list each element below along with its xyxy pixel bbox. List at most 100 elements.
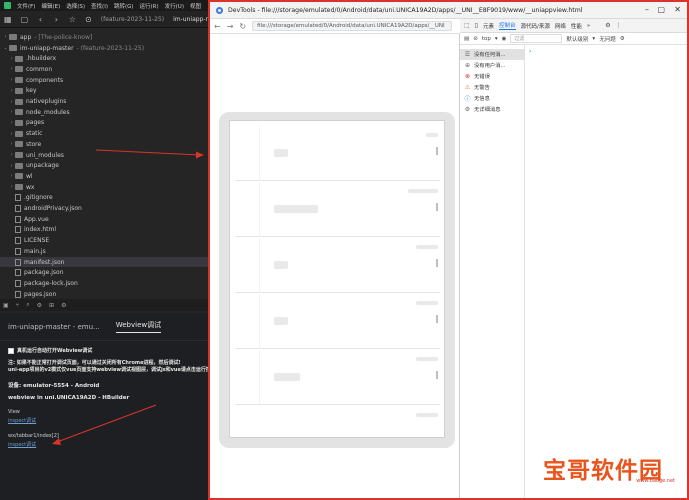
list-item[interactable] <box>236 351 440 405</box>
issues-button[interactable]: 无问题 <box>599 35 616 43</box>
close-icon[interactable]: ✕ <box>674 5 681 14</box>
chevron-right-icon[interactable]: › <box>8 131 15 137</box>
list-item[interactable] <box>236 407 440 435</box>
console-filter-item[interactable]: ☰ 没有任何消... <box>460 49 525 60</box>
run-icon[interactable]: ⊙ <box>85 15 92 24</box>
forward-arrow-icon[interactable]: → <box>227 22 234 31</box>
tree-folder[interactable]: › wx <box>0 182 208 193</box>
console-settings-icon[interactable]: ⚙ <box>620 36 625 42</box>
star-icon[interactable]: ☆ <box>69 15 76 24</box>
tree-file[interactable]: package.json <box>0 267 208 278</box>
tree-folder[interactable]: › common <box>0 64 208 75</box>
eye-icon[interactable]: ◉ <box>502 36 507 42</box>
menu-view[interactable]: 视图 <box>190 2 201 10</box>
context-select[interactable]: top <box>482 36 491 42</box>
chevron-right-icon[interactable]: › <box>8 163 15 169</box>
tree-file[interactable]: index.html <box>0 225 208 236</box>
tree-file[interactable]: main.js <box>0 246 208 257</box>
more-options-icon[interactable]: ⋮ <box>616 22 622 29</box>
menu-run[interactable]: 运行(R) <box>140 2 159 10</box>
chevron-down-icon[interactable]: ⌄ <box>2 45 9 51</box>
list-item[interactable] <box>236 239 440 293</box>
new-file-icon[interactable]: ▢ <box>21 15 29 24</box>
back-icon[interactable]: ‹ <box>37 15 44 24</box>
console-filter-item[interactable]: ⚠ 无警告 <box>460 82 525 93</box>
filter-input[interactable]: 过滤 <box>510 34 563 43</box>
tree-folder[interactable]: › app - [The-police-know] <box>0 32 208 43</box>
maximize-icon[interactable]: ▢ <box>657 5 665 14</box>
list-item[interactable] <box>236 295 440 349</box>
chevron-right-icon[interactable]: › <box>8 120 15 126</box>
chevron-right-icon[interactable]: › <box>8 88 15 94</box>
device-screen[interactable] <box>229 120 445 438</box>
tree-folder[interactable]: › key <box>0 86 208 97</box>
tree-folder[interactable]: › wl <box>0 171 208 182</box>
log-level-select[interactable]: 默认级别 <box>566 35 588 43</box>
url-field[interactable]: file:///storage/emulated/0/Android/data/… <box>252 21 453 31</box>
tree-folder[interactable]: › nativeplugins <box>0 96 208 107</box>
menu-edit[interactable]: 编辑(E) <box>41 2 60 10</box>
search-icon[interactable]: ⌕ <box>26 301 29 309</box>
auto-open-option[interactable]: 真机运行自动打开Webview调试 <box>8 347 92 354</box>
tab-performance[interactable]: 性能 <box>571 22 582 30</box>
menu-find[interactable]: 查找(I) <box>91 2 108 10</box>
menu-publish[interactable]: 发行(U) <box>165 2 184 10</box>
tree-folder[interactable]: ⌄ im-uniapp-master - (feature-2023-11-25) <box>0 43 208 54</box>
tab-network[interactable]: 网络 <box>555 22 566 30</box>
tree-folder[interactable]: › static <box>0 128 208 139</box>
menu-goto[interactable]: 跳转(G) <box>114 2 134 10</box>
more-tabs-icon[interactable]: » <box>587 23 590 29</box>
sidebar-toggle-icon[interactable]: ▦ <box>4 15 12 24</box>
settings-gear-icon[interactable]: ⚙ <box>605 22 610 29</box>
tree-folder[interactable]: › uni_modules <box>0 150 208 161</box>
tab-elements[interactable]: 元素 <box>483 22 494 30</box>
extensions-icon[interactable]: ⊞ <box>49 302 54 309</box>
tree-file[interactable]: LICENSE <box>0 235 208 246</box>
git-icon[interactable]: ⑂ <box>16 302 20 309</box>
chevron-right-icon[interactable]: › <box>8 184 15 190</box>
editor-tab-project[interactable]: im-uniapp-r <box>173 16 208 23</box>
console-filter-item[interactable]: ⚙ 无详细消息 <box>460 104 525 115</box>
tree-folder[interactable]: › node_modules <box>0 107 208 118</box>
editor-tab-branch[interactable]: (feature-2023-11-25) <box>101 16 164 23</box>
chevron-right-icon[interactable]: › <box>8 141 15 147</box>
chevron-right-icon[interactable]: › <box>8 152 15 158</box>
inspect-link-page[interactable]: inspect调试 <box>8 441 36 448</box>
menu-select[interactable]: 选择(S) <box>66 2 85 10</box>
chevron-right-icon[interactable]: › <box>8 109 15 115</box>
menu-file[interactable]: 文件(F) <box>17 2 35 10</box>
tab-console[interactable]: 控制台 <box>499 21 516 30</box>
chevron-right-icon[interactable]: › <box>8 77 15 83</box>
tree-folder[interactable]: › components <box>0 75 208 86</box>
chevron-right-icon[interactable]: › <box>8 99 15 105</box>
tree-file[interactable]: androidPrivacy.json <box>0 203 208 214</box>
folder-icon[interactable]: ▣ <box>3 302 9 309</box>
console-filter-item[interactable]: ⊗ 无错误 <box>460 71 525 82</box>
list-item[interactable] <box>236 183 440 237</box>
tree-file[interactable]: manifest.json <box>0 256 208 268</box>
tab-console[interactable]: im-uniapp-master - emu... <box>8 323 100 331</box>
chevron-down-icon[interactable]: ▾ <box>592 36 595 42</box>
tree-file[interactable]: pages.json <box>0 289 208 300</box>
inspect-element-icon[interactable]: ⬚ <box>464 22 470 29</box>
minimize-icon[interactable]: – <box>645 5 649 14</box>
settings-icon[interactable]: ⚙ <box>61 302 66 309</box>
chevron-right-icon[interactable]: › <box>8 66 15 72</box>
tree-file[interactable]: .gitignore <box>0 193 208 204</box>
auto-open-checkbox[interactable] <box>8 347 14 354</box>
chevron-right-icon[interactable]: › <box>2 34 9 40</box>
tab-sources[interactable]: 源代码/来源 <box>521 22 550 30</box>
forward-icon[interactable]: › <box>53 15 60 24</box>
console-filter-item[interactable]: ⓘ 无信息 <box>460 93 525 104</box>
back-arrow-icon[interactable]: ← <box>214 22 221 31</box>
tree-folder[interactable]: › store <box>0 139 208 150</box>
chevron-down-icon[interactable]: ▾ <box>495 36 498 42</box>
tree-folder[interactable]: › unpackage <box>0 160 208 171</box>
tree-folder[interactable]: › .hbuilderx <box>0 53 208 64</box>
chevron-right-icon[interactable]: › <box>8 173 15 179</box>
device-toolbar-icon[interactable]: ▯ <box>475 22 478 29</box>
console-output[interactable]: › <box>525 45 687 498</box>
sidebar-toggle-icon[interactable]: ▤ <box>464 36 469 42</box>
tree-file[interactable]: App.vue <box>0 214 208 225</box>
clear-console-icon[interactable]: ⊘ <box>473 36 478 42</box>
